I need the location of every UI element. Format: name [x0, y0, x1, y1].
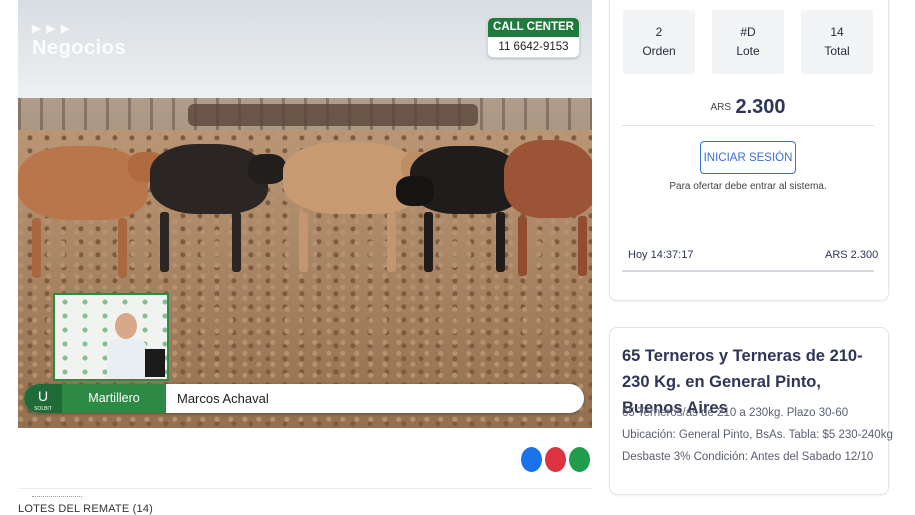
stat-orden: 2 Orden: [623, 10, 695, 74]
auctioneer-camera: [53, 293, 169, 381]
divider: [622, 125, 874, 126]
price-currency: ARS: [710, 102, 732, 113]
cow-figure: [504, 140, 592, 276]
current-price: ARS 2.300: [622, 96, 874, 119]
monitor-figure: [145, 349, 165, 377]
video-background-cattle: [188, 104, 478, 126]
auctioneer-role: Martillero: [62, 384, 166, 413]
login-note: Para ofertar debe entrar al sistema.: [669, 181, 827, 192]
stat-label: Orden: [642, 44, 676, 58]
cow-figure: [150, 144, 286, 272]
lotes-section-title: LOTES DEL REMATE (14): [18, 503, 154, 515]
share-whatsapp-icon[interactable]: [569, 447, 590, 472]
bid-history-time: Hoy 14:37:17: [628, 249, 694, 261]
call-center-title: CALL CENTER: [488, 18, 579, 37]
bid-history-amount: ARS 2.300: [825, 249, 879, 261]
share-facebook-icon[interactable]: [521, 447, 542, 472]
price-amount: 2.300: [735, 96, 786, 118]
lot-description: 65 Terneros/as de 210 a 230kg. Plazo 30-…: [622, 402, 893, 468]
live-video-player[interactable]: ▶▶▶ Negocios CALL CENTER 11 6642-9153 US…: [18, 0, 592, 428]
cow-figure: [18, 146, 166, 278]
divider: [32, 496, 82, 497]
stat-label: Lote: [736, 44, 760, 58]
stat-total: 14 Total: [801, 10, 873, 74]
lower-third-namebar: U SOLBIT Martillero Marcos Achaval: [24, 384, 584, 413]
stat-value: 14: [830, 25, 844, 39]
stat-value: #D: [740, 25, 756, 39]
stat-lote: #D Lote: [712, 10, 784, 74]
call-center-phone: 11 6642-9153: [498, 41, 569, 53]
lot-detail-line: 65 Terneros/as de 210 a 230kg. Plazo 30-…: [622, 407, 849, 419]
lot-detail-line: Ubicación: General Pinto, BsAs. Tabla: $…: [622, 429, 893, 441]
login-button[interactable]: INICIAR SESIÓN: [700, 141, 796, 174]
divider: [622, 270, 874, 272]
watermark-logo: ▶▶▶ Negocios: [32, 23, 127, 59]
auctioneer-figure: [107, 313, 147, 379]
solbit-logo-icon: U SOLBIT: [24, 384, 62, 413]
share-red-icon[interactable]: [545, 447, 566, 472]
auctioneer-name: Marcos Achaval: [177, 391, 269, 406]
divider: [18, 488, 592, 489]
call-center-badge: CALL CENTER 11 6642-9153: [487, 17, 580, 58]
lot-detail-line: Desbaste 3% Condición: Antes del Sabado …: [622, 451, 874, 463]
stat-label: Total: [824, 44, 850, 58]
stat-value: 2: [655, 25, 663, 39]
